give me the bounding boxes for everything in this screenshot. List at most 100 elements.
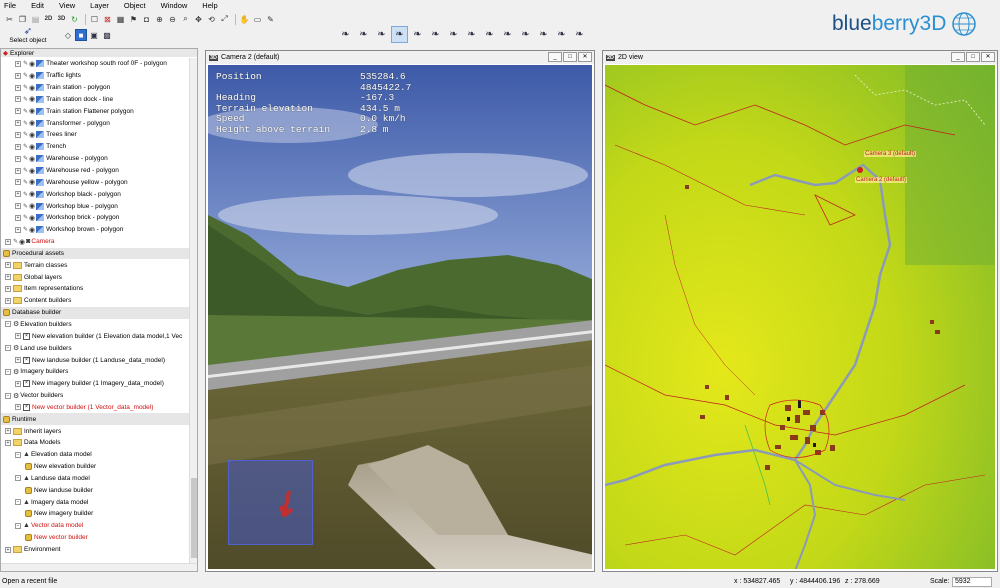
tree-item[interactable]: + ✎ ◉ Warehouse red - polygon [1, 165, 189, 177]
expand-icon[interactable]: − [5, 392, 11, 399]
expand-icon[interactable]: − [15, 451, 21, 458]
expand-icon[interactable]: + [15, 155, 21, 162]
expand-icon[interactable]: + [5, 274, 11, 281]
camera-label[interactable]: Camera 3 (default) [864, 151, 917, 157]
expand-icon[interactable]: + [15, 203, 21, 210]
tree-item[interactable]: + ✎ ◉ Workshop brown - polygon [1, 224, 189, 236]
tree-item[interactable]: + ✎ ◉ Train station - polygon [1, 82, 189, 94]
rotate-icon[interactable]: ⟲ [206, 14, 217, 25]
menu-edit[interactable]: Edit [31, 1, 44, 10]
select-object-tool[interactable]: ➶ Select object [6, 26, 50, 45]
maximize-button[interactable]: □ [966, 52, 980, 62]
menu-object[interactable]: Object [124, 1, 146, 10]
expand-icon[interactable]: + [5, 238, 11, 245]
pencil-icon[interactable]: ✎ [265, 14, 276, 25]
camera-tool-3-icon[interactable]: ❧ [373, 26, 390, 43]
zoom-out-icon[interactable]: ⊖ [167, 14, 178, 25]
camera-tool-13-icon[interactable]: ❧ [553, 26, 570, 43]
explorer-horizontal-scrollbar[interactable] [1, 563, 197, 571]
camera-tool-9-icon[interactable]: ❧ [481, 26, 498, 43]
camera-tool-7-icon[interactable]: ❧ [445, 26, 462, 43]
tree-section-header[interactable]: Procedural assets [1, 247, 189, 260]
minimize-button[interactable]: _ [951, 52, 965, 62]
expand-icon[interactable]: + [15, 214, 21, 221]
zoom-in-icon[interactable]: ⊕ [154, 14, 165, 25]
expand-icon[interactable]: + [15, 72, 21, 79]
tree-item[interactable]: + Content builders [1, 295, 189, 307]
expand-icon[interactable]: + [5, 262, 11, 269]
tree-item[interactable]: − ⚙ Elevation builders [1, 319, 189, 331]
tree-item[interactable]: + ✎ ◉ Theater workshop south roof 0F - poly… [1, 58, 189, 70]
move-icon[interactable]: ✥ [193, 14, 204, 25]
camera-tool-2-icon[interactable]: ❧ [355, 26, 372, 43]
expand-icon[interactable]: − [5, 345, 11, 352]
expand-icon[interactable]: − [15, 522, 21, 529]
menu-layer[interactable]: Layer [90, 1, 109, 10]
expand-icon[interactable]: + [15, 191, 21, 198]
eraser-icon[interactable]: ◇ [62, 29, 74, 41]
tree-item[interactable]: + Inherit layers [1, 425, 189, 437]
expand-icon[interactable]: + [15, 60, 21, 67]
tree-item[interactable]: − ▲ Elevation data model [1, 449, 189, 461]
tree-item[interactable]: New vector builder [1, 532, 189, 544]
single-view-icon[interactable]: ■ [75, 29, 87, 41]
tree-item[interactable]: − ▲ Landuse data model [1, 473, 189, 485]
tree-item[interactable]: New imagery builder [1, 508, 189, 520]
camera-3d-viewport[interactable]: Position 535284.6 4845422.7 Heading -167.3… [208, 65, 592, 569]
tree-item[interactable]: − ⚙ Vector builders [1, 390, 189, 402]
tree-item[interactable]: New elevation builder [1, 461, 189, 473]
expand-icon[interactable]: + [15, 84, 21, 91]
tree-item[interactable]: New landuse builder [1, 484, 189, 496]
tree-item[interactable]: + ✎ ◉ Trench [1, 141, 189, 153]
tree-item[interactable]: + ✎ ◉ Warehouse yellow - polygon [1, 176, 189, 188]
layer-icon[interactable]: ▦ [115, 14, 126, 25]
camera-tool-12-icon[interactable]: ❧ [535, 26, 552, 43]
camera-tool-4-icon[interactable]: ❧ [391, 26, 408, 43]
tree-item[interactable]: + ✎ ◉ Train station Flattener polygon [1, 105, 189, 117]
tree-item[interactable]: + ✎ ◉ Train station dock - line [1, 94, 189, 106]
scale-input[interactable]: 5932 [952, 576, 992, 587]
expand-icon[interactable]: − [5, 321, 11, 328]
menu-window[interactable]: Window [161, 1, 188, 10]
expand-icon[interactable]: + [5, 546, 11, 553]
expand-icon[interactable]: + [15, 143, 21, 150]
tree-item[interactable]: + Data Models [1, 437, 189, 449]
tree-item[interactable]: + ✎ ◉ Trees liner [1, 129, 189, 141]
close-button[interactable]: ✕ [981, 52, 995, 62]
expand-icon[interactable]: + [15, 226, 21, 233]
view-3d-icon[interactable]: 3D [56, 14, 67, 25]
select-rect-icon[interactable]: ▭ [252, 14, 263, 25]
grid-view-icon[interactable]: ▩ [101, 29, 113, 41]
expand-icon[interactable]: + [5, 285, 11, 292]
tree-item[interactable]: + × New vector builder (1 Vector_data_mode… [1, 401, 189, 413]
tree-item[interactable]: − ▲ Imagery data model [1, 496, 189, 508]
tree-item[interactable]: + Environment [1, 544, 189, 556]
expand-icon[interactable]: + [15, 357, 21, 364]
tree-item[interactable]: + ✎ ◉ Workshop blue - polygon [1, 200, 189, 212]
expand-icon[interactable]: − [15, 499, 21, 506]
expand-icon[interactable]: + [15, 380, 21, 387]
expand-icon[interactable]: + [15, 179, 21, 186]
camera-tool-6-icon[interactable]: ❧ [427, 26, 444, 43]
disk-icon[interactable]: ◘ [141, 14, 152, 25]
camera-tool-11-icon[interactable]: ❧ [517, 26, 534, 43]
expand-icon[interactable]: + [5, 297, 11, 304]
refresh-icon[interactable]: ↻ [69, 14, 80, 25]
minimize-button[interactable]: _ [548, 52, 562, 62]
scrollbar-thumb[interactable] [191, 478, 197, 558]
camera-marker-icon[interactable] [857, 167, 863, 173]
expand-icon[interactable]: + [15, 108, 21, 115]
paste-icon[interactable]: ▤ [30, 14, 41, 25]
tree-item[interactable]: + Terrain classes [1, 259, 189, 271]
expand-icon[interactable]: + [15, 96, 21, 103]
camera-tool-5-icon[interactable]: ❧ [409, 26, 426, 43]
tree-item[interactable]: − ⚙ Imagery builders [1, 366, 189, 378]
camera-label[interactable]: Camera 2 (default) [855, 177, 908, 183]
cut-icon[interactable]: ✂ [4, 14, 15, 25]
tree-item[interactable]: + Global layers [1, 271, 189, 283]
menu-view[interactable]: View [59, 1, 75, 10]
camera-tool-1-icon[interactable]: ❧ [337, 26, 354, 43]
tree-item[interactable]: + ✎ ◉ Transformer - polygon [1, 117, 189, 129]
expand-icon[interactable]: + [15, 120, 21, 127]
tree-item[interactable]: + ✎ ◉ Workshop brick - polygon [1, 212, 189, 224]
